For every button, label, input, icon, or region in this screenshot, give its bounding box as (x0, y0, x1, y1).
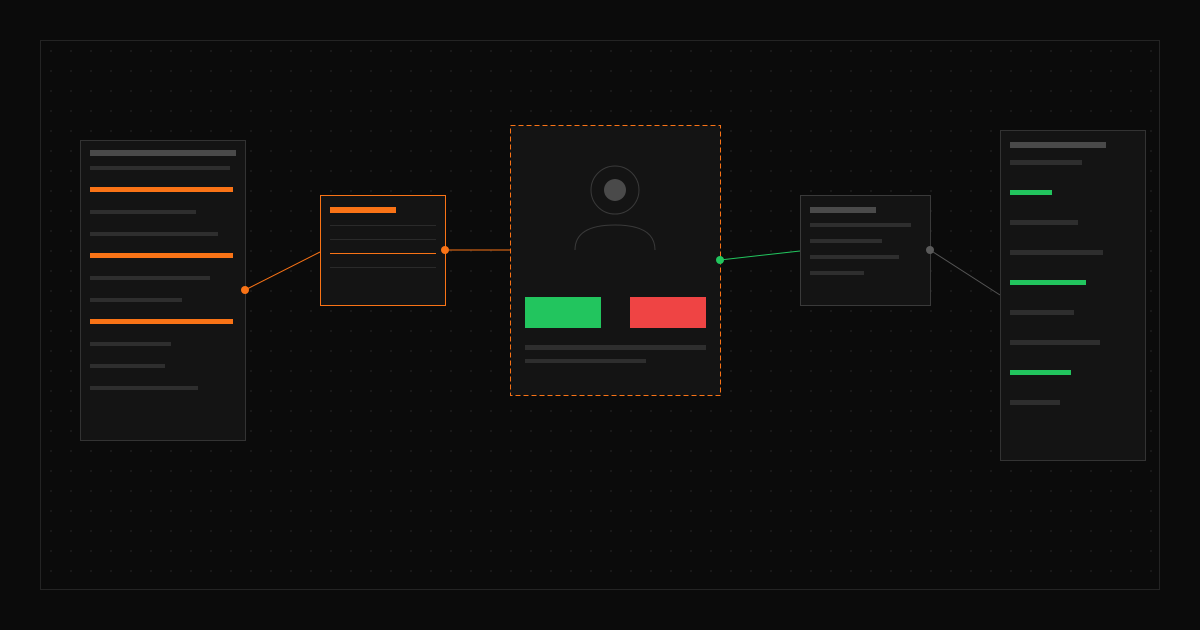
left-panel-row-highlighted[interactable] (90, 187, 233, 192)
right-list-panel (1000, 130, 1146, 461)
left-panel-row[interactable] (90, 364, 165, 368)
right-panel-row[interactable] (1010, 400, 1060, 405)
left-panel-subtitle-bar (90, 166, 230, 170)
edge-left-panel-to-selected-card (244, 251, 321, 291)
left-panel-row[interactable] (90, 298, 182, 302)
left-panel-row-highlighted[interactable] (90, 253, 233, 258)
right-panel-row-highlighted[interactable] (1010, 370, 1071, 375)
left-panel-row[interactable] (90, 210, 196, 214)
profile-detail-line (525, 359, 646, 363)
left-panel-title-bar (90, 150, 236, 156)
right-panel-row[interactable] (1010, 220, 1078, 225)
connector-dot-orange[interactable] (241, 286, 249, 294)
profile-card (510, 125, 721, 396)
connector-dot-orange[interactable] (441, 246, 449, 254)
left-panel-row[interactable] (90, 276, 210, 280)
summary-card-row (810, 223, 911, 227)
summary-card-row (810, 271, 864, 275)
profile-detail-line (525, 345, 706, 350)
diagram-canvas (0, 0, 1200, 630)
summary-card (800, 195, 931, 306)
edge-profile-to-summary (719, 250, 801, 261)
left-panel-row-highlighted[interactable] (90, 319, 233, 324)
right-panel-row[interactable] (1010, 250, 1103, 255)
right-panel-subtitle-bar (1010, 160, 1082, 165)
right-panel-row[interactable] (1010, 310, 1074, 315)
left-panel-row[interactable] (90, 232, 218, 236)
avatar-icon (604, 179, 626, 201)
summary-card-row (810, 239, 882, 243)
right-panel-row-highlighted[interactable] (1010, 280, 1086, 285)
connector-dot-green[interactable] (716, 256, 724, 264)
summary-card-row (810, 255, 899, 259)
edge-summary-to-right-panel (929, 249, 1001, 296)
right-panel-title-bar (1010, 142, 1106, 148)
reject-button[interactable] (630, 297, 706, 328)
left-list-panel (80, 140, 246, 441)
right-panel-row[interactable] (1010, 340, 1100, 345)
selected-card-title-bar (330, 207, 396, 213)
flow-diagram (80, 125, 1146, 461)
left-panel-row[interactable] (90, 342, 171, 346)
summary-card-title-bar (810, 207, 876, 213)
right-panel-row-highlighted[interactable] (1010, 190, 1052, 195)
left-panel-row[interactable] (90, 386, 198, 390)
selected-item-card (320, 195, 446, 306)
connector-dot-neutral[interactable] (926, 246, 934, 254)
accept-button[interactable] (525, 297, 601, 328)
